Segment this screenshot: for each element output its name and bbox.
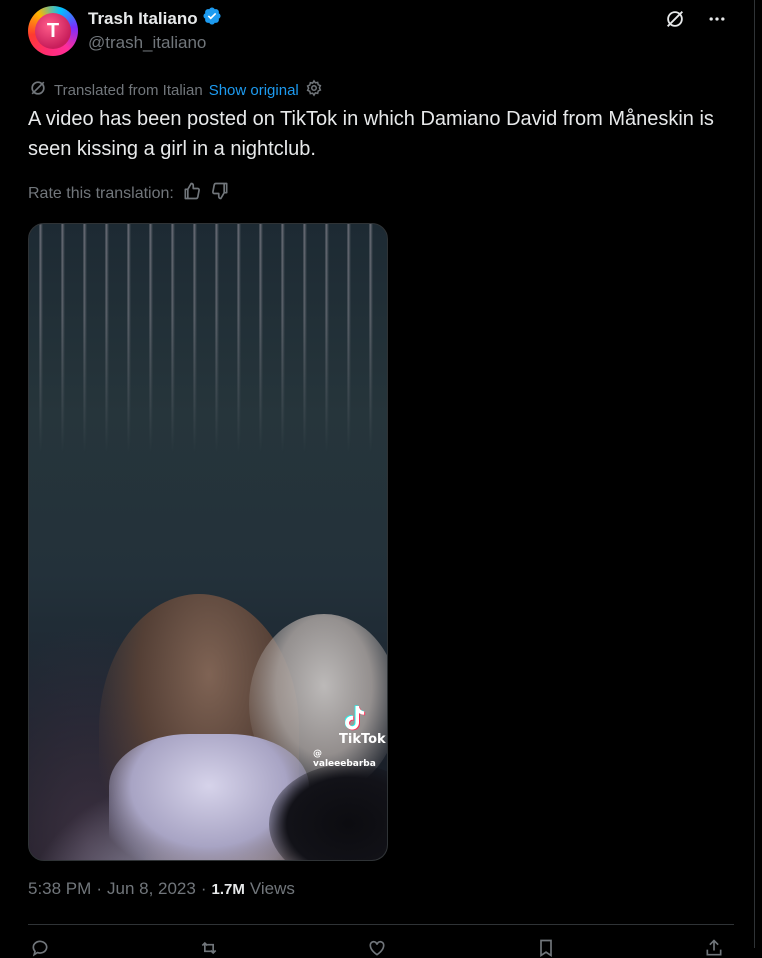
gear-icon[interactable] (305, 79, 323, 101)
views-label: Views (249, 879, 295, 898)
show-original-link[interactable]: Show original (209, 82, 299, 99)
tweet-date[interactable]: Jun 8, 2023 (107, 879, 196, 899)
action-bar (28, 938, 726, 958)
tweet-time[interactable]: 5:38 PM (28, 879, 91, 899)
tiktok-watermark-user: @ valeeebarba (313, 749, 376, 769)
video-player[interactable]: TikTok @ valeeebarba (28, 223, 388, 861)
translated-from-label: Translated from Italian (54, 81, 203, 99)
translate-icon (28, 78, 48, 102)
meta-separator: · (200, 879, 207, 898)
reply-icon[interactable] (28, 938, 52, 958)
repost-icon[interactable] (197, 938, 221, 958)
avatar-letter: T (35, 13, 71, 49)
bookmark-icon[interactable] (534, 938, 558, 958)
tweet-top-actions (664, 8, 728, 30)
tweet-meta: 5:38 PM · Jun 8, 2023 · 1.7M Views (28, 879, 295, 899)
rate-translation: Rate this translation: (28, 181, 230, 206)
meta-separator: · (96, 879, 102, 898)
translation-notice: Translated from Italian Show original (28, 78, 323, 102)
thumbs-up-icon[interactable] (182, 181, 202, 206)
thumbs-down-icon[interactable] (210, 181, 230, 206)
video-frame-streamers (29, 224, 387, 454)
author-handle[interactable]: @trash_italiano (88, 33, 206, 53)
rate-translation-label: Rate this translation: (28, 184, 174, 202)
more-icon[interactable] (706, 8, 728, 30)
tiktok-watermark-brand: TikTok (339, 732, 386, 747)
author-name-row: Trash Italiano (88, 6, 222, 31)
share-icon[interactable] (702, 938, 726, 958)
divider (28, 924, 734, 925)
grok-icon[interactable] (664, 8, 686, 30)
author-display-name[interactable]: Trash Italiano (88, 9, 198, 29)
views-count: 1.7M (211, 881, 245, 898)
tweet-text: A video has been posted on TikTok in whi… (28, 108, 714, 160)
verified-badge-icon[interactable] (202, 6, 222, 31)
tweet-detail: T Trash Italiano @trash_italiano Transla… (0, 0, 755, 958)
like-icon[interactable] (365, 938, 389, 958)
avatar[interactable]: T (28, 6, 78, 56)
